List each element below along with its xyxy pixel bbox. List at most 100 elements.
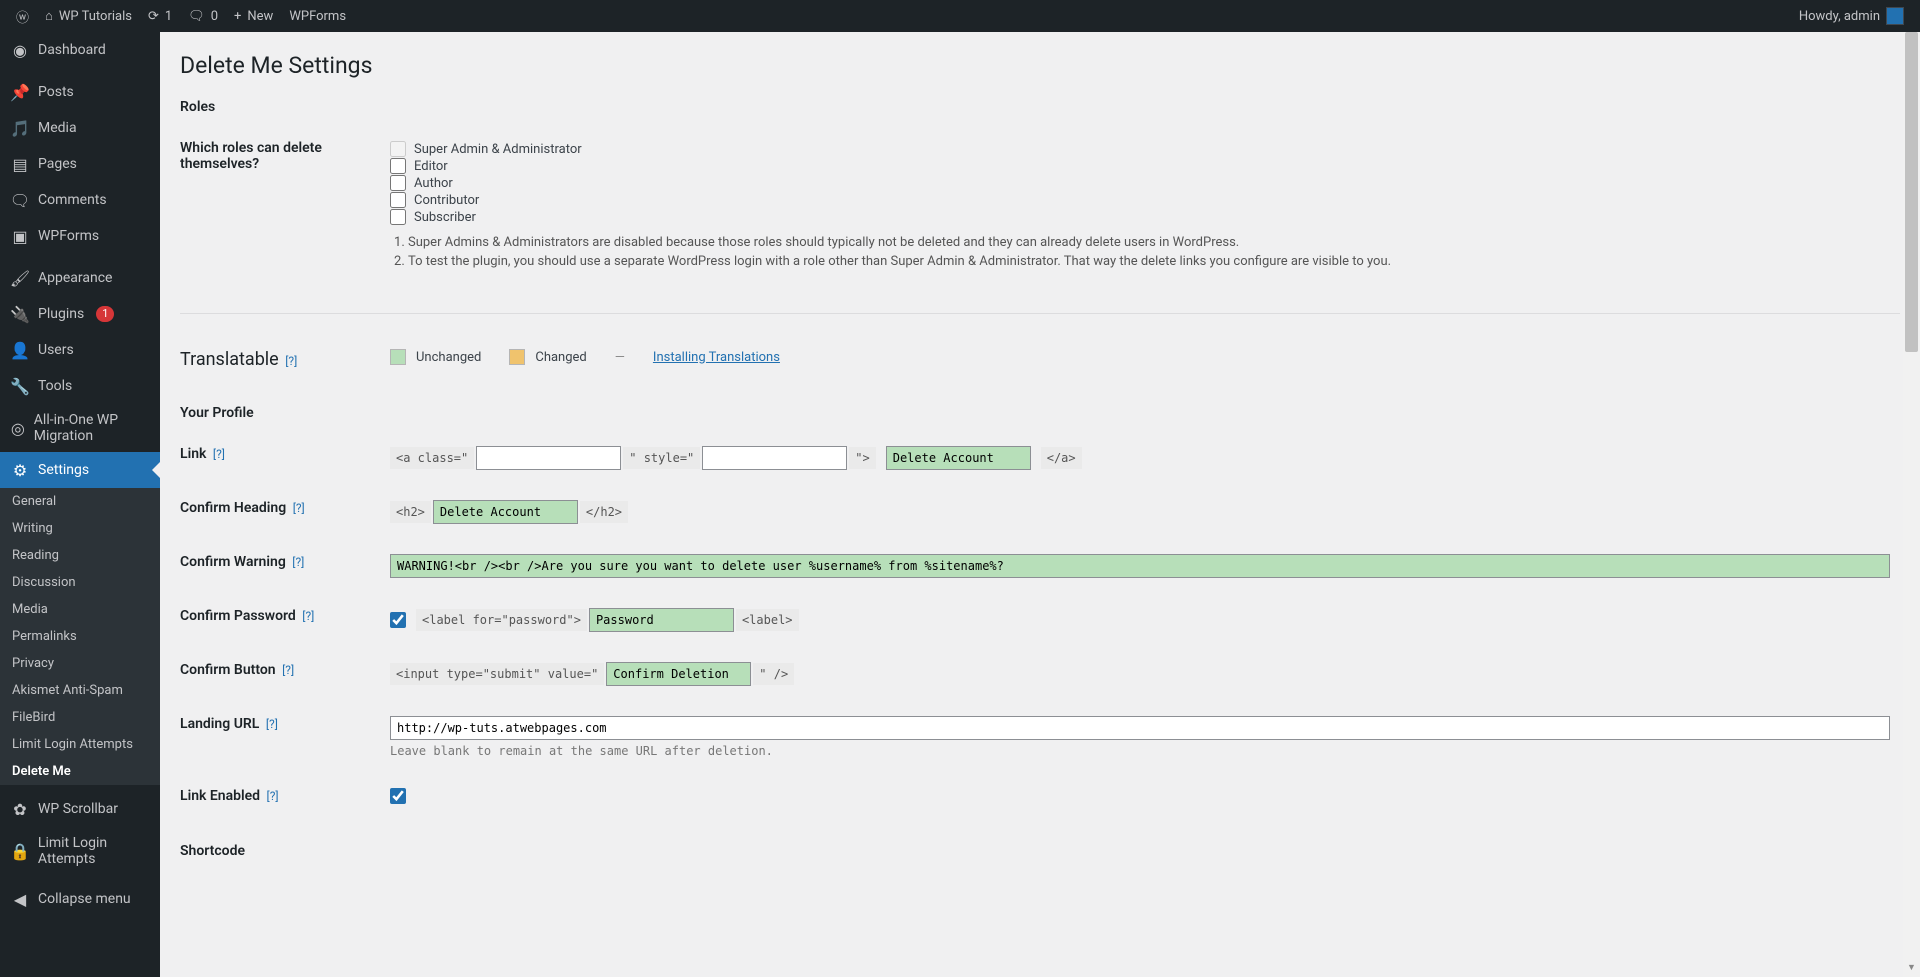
link-enabled-help[interactable]: [?] [267, 789, 279, 803]
shortcode-heading: Shortcode [180, 843, 1900, 859]
confirm-heading-input[interactable] [433, 500, 578, 524]
scrollbar-vertical[interactable]: ▲ ▼ [1903, 32, 1920, 977]
sub-media[interactable]: Media [0, 596, 160, 623]
menu-tools[interactable]: 🔧 Tools [0, 368, 160, 404]
wpforms-link[interactable]: WPForms [281, 0, 354, 32]
role-contributor-checkbox[interactable] [390, 192, 406, 208]
menu-dashboard[interactable]: ◉Dashboard [0, 32, 160, 68]
landing-url-desc: Leave blank to remain at the same URL af… [390, 744, 1890, 758]
menu-media[interactable]: 🎵Media [0, 110, 160, 146]
code-suffix: </h2> [580, 501, 628, 523]
menu-users[interactable]: 👤Users [0, 332, 160, 368]
scroll-thumb[interactable] [1905, 32, 1918, 352]
link-class-input[interactable] [476, 446, 621, 470]
sub-privacy[interactable]: Privacy [0, 650, 160, 677]
landing-url-help[interactable]: [?] [266, 717, 278, 731]
role-editor-checkbox[interactable] [390, 158, 406, 174]
confirm-heading-help[interactable]: [?] [293, 501, 305, 515]
menu-label: Posts [38, 84, 74, 100]
link-style-input[interactable] [702, 446, 847, 470]
avatar [1886, 7, 1904, 25]
sub-akismet[interactable]: Akismet Anti-Spam [0, 677, 160, 704]
menu-label: Dashboard [38, 42, 106, 58]
sub-writing[interactable]: Writing [0, 515, 160, 542]
menu-appearance[interactable]: 🖌Appearance [0, 260, 160, 296]
roles-label: Which roles can delete themselves? [180, 125, 380, 288]
link-enabled-checkbox[interactable] [390, 788, 406, 804]
menu-label: WPForms [38, 228, 99, 244]
new-link[interactable]: +New [226, 0, 281, 32]
translatable-help[interactable]: [?] [285, 354, 297, 368]
note-2: To test the plugin, you should use a sep… [408, 254, 1890, 269]
sub-general[interactable]: General [0, 488, 160, 515]
code-prefix: <label for="password"> [416, 609, 587, 631]
menu-posts[interactable]: 📌Posts [0, 74, 160, 110]
menu-pages[interactable]: ▤Pages [0, 146, 160, 182]
link-text-input[interactable] [886, 446, 1031, 470]
installing-translations-link[interactable]: Installing Translations [653, 350, 780, 365]
confirm-warning-help[interactable]: [?] [292, 555, 304, 569]
menu-label: Tools [38, 378, 72, 394]
menu-settings[interactable]: ⚙ Settings [0, 452, 160, 488]
confirm-password-label: Confirm Password [180, 608, 296, 624]
role-subscriber-checkbox[interactable] [390, 209, 406, 225]
wp-logo[interactable]: ⓦ [8, 0, 37, 32]
menu-label: Collapse menu [38, 891, 131, 907]
menu-aio[interactable]: ◎All-in-One WP Migration [0, 404, 160, 452]
sub-filebird[interactable]: FileBird [0, 704, 160, 731]
link-help[interactable]: [?] [213, 447, 225, 461]
brush-icon: 🖌 [10, 268, 30, 288]
confirm-warning-input[interactable] [390, 554, 1890, 578]
site-link[interactable]: ⌂WP Tutorials [37, 0, 140, 32]
code-suffix: <label> [736, 609, 799, 631]
sub-discussion[interactable]: Discussion [0, 569, 160, 596]
menu-comments[interactable]: 🗨 Comments [0, 182, 160, 218]
menu-label: Settings [38, 462, 89, 478]
page-title: Delete Me Settings [180, 52, 1900, 79]
code-prefix: <h2> [390, 501, 431, 523]
menu-wpscrollbar[interactable]: ✿WP Scrollbar [0, 791, 160, 827]
user-icon: 👤 [10, 340, 30, 360]
media-icon: 🎵 [10, 118, 30, 138]
menu-label: WP Scrollbar [38, 801, 118, 817]
unchanged-label: Unchanged [416, 350, 481, 365]
migrate-icon: ◎ [10, 418, 26, 438]
sub-lla[interactable]: Limit Login Attempts [0, 731, 160, 758]
translatable-heading: Translatable [180, 349, 279, 370]
account-link[interactable]: Howdy, admin [1791, 0, 1912, 32]
comments-link[interactable]: 🗨0 [180, 0, 226, 32]
confirm-password-checkbox[interactable] [390, 612, 406, 628]
profile-heading: Your Profile [180, 405, 1900, 421]
slider-icon: ⚙ [10, 460, 30, 480]
roles-notes: Super Admins & Administrators are disabl… [408, 235, 1890, 269]
updates-link[interactable]: ⟳1 [140, 0, 180, 32]
collapse-menu[interactable]: ◀Collapse menu [0, 881, 160, 917]
confirm-password-help[interactable]: [?] [302, 609, 314, 623]
role-author-checkbox[interactable] [390, 175, 406, 191]
wrench-icon: 🔧 [10, 376, 30, 396]
menu-plugins[interactable]: 🔌Plugins1 [0, 296, 160, 332]
sub-permalinks[interactable]: Permalinks [0, 623, 160, 650]
menu-label: Comments [38, 192, 107, 208]
plugins-badge: 1 [96, 306, 114, 322]
role-label: Author [414, 176, 453, 191]
link-label: Link [180, 446, 206, 462]
landing-url-input[interactable] [390, 716, 1890, 740]
comment-icon: 🗨 [10, 190, 30, 210]
sub-deleteme[interactable]: Delete Me [0, 758, 160, 785]
confirm-password-input[interactable] [589, 608, 734, 632]
menu-label: Limit Login Attempts [38, 835, 150, 867]
form-icon: ▣ [10, 226, 30, 246]
confirm-button-help[interactable]: [?] [282, 663, 294, 677]
menu-limitlogin[interactable]: 🔒Limit Login Attempts [0, 827, 160, 875]
dash: — [615, 350, 625, 365]
code-prefix: <a class=" [390, 447, 474, 469]
role-label: Super Admin & Administrator [414, 142, 582, 157]
sub-reading[interactable]: Reading [0, 542, 160, 569]
scroll-down-arrow[interactable]: ▼ [1903, 960, 1920, 977]
role-superadmin-checkbox [390, 141, 406, 157]
code-suffix: " /> [753, 663, 794, 685]
confirm-button-input[interactable] [606, 662, 751, 686]
unchanged-swatch [390, 349, 406, 365]
menu-wpforms[interactable]: ▣ WPForms [0, 218, 160, 254]
